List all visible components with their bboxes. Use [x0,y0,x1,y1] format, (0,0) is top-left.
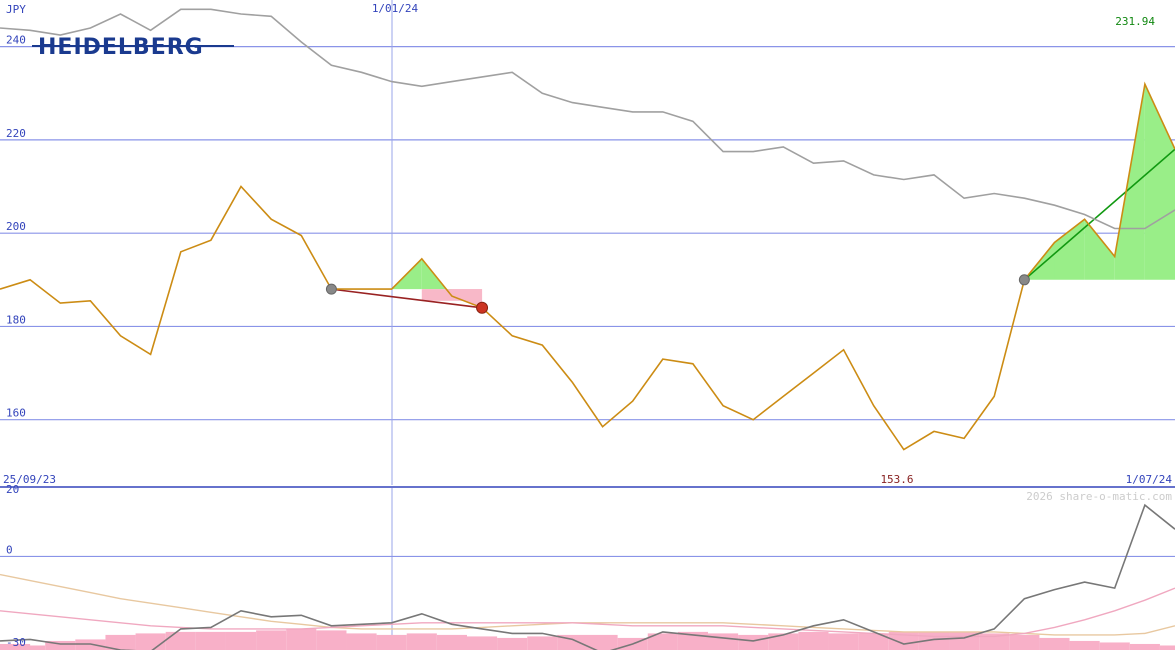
histogram-bar [1099,642,1130,650]
histogram-bar [1069,640,1100,650]
histogram-bar [346,633,377,650]
currency-label: JPY [6,3,26,16]
heidelberg-logo-text: HEIDELBERG [38,35,204,60]
price-panel: 160 180 200 220 240 JPY 1/01/24 231.94 HEIDE… [0,0,1175,485]
histogram-bar [286,628,317,650]
signal-line-2-line [0,573,1175,636]
sell-entry-marker [325,283,337,295]
histogram-bar [376,634,407,650]
histogram-bar [768,633,799,650]
price-tick-label: 240 [6,34,26,47]
heidelberg-logo: HEIDELBERG [32,35,234,60]
histogram-bar [406,633,437,650]
signal-line-1-line [0,587,1175,638]
histogram-bar [1039,637,1070,650]
price-tick-label: 160 [6,407,26,420]
histogram-bar [165,631,196,650]
max-price-label: 231.94 [1115,15,1155,28]
price-tick-label: 200 [6,220,26,233]
histogram-bar [798,631,829,650]
histogram-bar [195,631,226,650]
histogram-bar [436,634,467,650]
oscillator-tick-label: -30 [6,636,26,649]
histogram-bar [1129,643,1160,650]
price-axis-ticks: 160 180 200 220 240 [6,34,26,420]
histogram-bar [316,630,347,650]
histogram-bar [466,636,498,650]
histogram-bar [828,633,859,650]
min-price-label: 153.6 [880,473,913,486]
histogram-bar [497,637,528,650]
histogram-bar [527,636,558,650]
date-label-top: 1/01/24 [372,2,419,15]
oscillator-line [0,503,1175,650]
histogram-bar [708,633,739,650]
price-line [0,81,1175,451]
price-series [0,8,1175,451]
oscillator-series [0,503,1175,650]
signal-areas [331,84,1175,309]
histogram-bar [1159,645,1175,650]
sell-exit-marker [476,301,489,314]
histogram-bar [738,634,769,650]
oscillator-panel: 20 0 -30 2026 share-o-matic.com [0,483,1175,650]
histogram-bar [135,633,166,650]
watermark-text: 2026 share-o-matic.com [1026,490,1172,503]
oscillator-tick-label: 0 [6,543,13,556]
price-gridlines [0,46,1175,421]
share-price-chart: 160180200220240 JPY 1/01/24 231.94 HEIDE… [0,0,1175,650]
buy-entry-marker [1018,274,1030,286]
signal-area-segment [1144,84,1175,280]
histogram-bar [1009,634,1040,650]
histogram-bar [225,631,257,650]
end-date-label: 1/07/24 [1126,473,1173,486]
price-tick-label: 180 [6,313,26,326]
histogram-bar [256,630,287,650]
price-tick-label: 220 [6,127,26,140]
oscillator-tick-label: 20 [6,483,19,496]
oscillator-axis-ticks: 20 0 -30 [6,483,26,649]
signal-area-segment [1084,219,1115,280]
